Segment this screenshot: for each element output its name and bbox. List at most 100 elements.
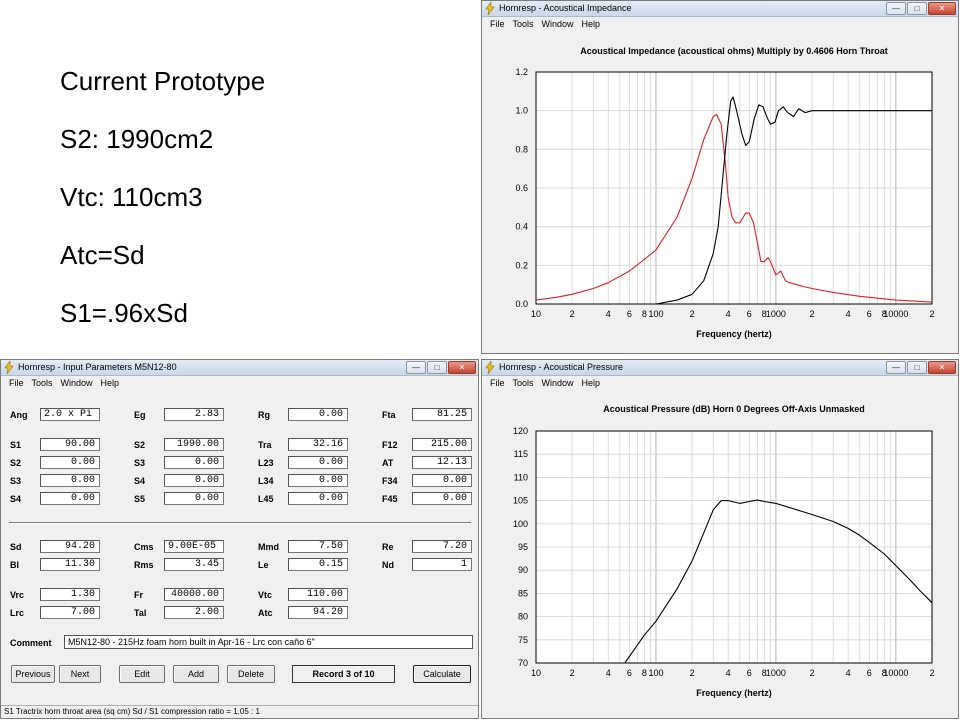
field-cms[interactable]: 9.00E-05 bbox=[164, 540, 224, 553]
section-separator bbox=[9, 522, 471, 524]
record-indicator: Record 3 of 10 bbox=[292, 665, 395, 683]
label-cms: Cms bbox=[134, 542, 154, 552]
hornresp-app-icon bbox=[4, 361, 14, 374]
field-f45[interactable]: 0.00 bbox=[412, 492, 472, 505]
field-ang[interactable]: 2.0 x Pi bbox=[40, 408, 100, 421]
x-tick-label: 2 bbox=[810, 668, 815, 678]
menu-window[interactable]: Window bbox=[538, 376, 578, 391]
menu-file[interactable]: File bbox=[5, 376, 28, 391]
field-tal[interactable]: 2.00 bbox=[164, 606, 224, 619]
input-parameters-window: Hornresp - Input Parameters M5N12-80 — □… bbox=[0, 359, 479, 719]
field-s3[interactable]: 0.00 bbox=[164, 456, 224, 469]
close-button[interactable]: ✕ bbox=[448, 361, 476, 374]
x-tick-label: 8 bbox=[642, 668, 647, 678]
field-l45[interactable]: 0.00 bbox=[288, 492, 348, 505]
label-eg: Eg bbox=[134, 410, 146, 420]
menu-bar: File Tools Window Help bbox=[482, 376, 958, 391]
field-le[interactable]: 0.15 bbox=[288, 558, 348, 571]
menu-file[interactable]: File bbox=[486, 17, 509, 32]
field-s2-row3[interactable]: 0.00 bbox=[40, 456, 100, 469]
label-f45: F45 bbox=[382, 494, 398, 504]
x-tick-label: 100 bbox=[648, 668, 663, 678]
field-s5[interactable]: 0.00 bbox=[164, 492, 224, 505]
comment-field[interactable]: M5N12-80 - 215Hz foam horn built in Apr-… bbox=[64, 635, 473, 649]
label-bl: Bl bbox=[10, 560, 19, 570]
menu-help[interactable]: Help bbox=[578, 17, 605, 32]
slide-line-title: Current Prototype bbox=[60, 66, 266, 96]
field-sd[interactable]: 94.20 bbox=[40, 540, 100, 553]
maximize-button[interactable]: □ bbox=[427, 361, 447, 374]
field-mmd[interactable]: 7.50 bbox=[288, 540, 348, 553]
field-re[interactable]: 7.20 bbox=[412, 540, 472, 553]
menu-help[interactable]: Help bbox=[97, 376, 124, 391]
field-f34[interactable]: 0.00 bbox=[412, 474, 472, 487]
impedance-titlebar[interactable]: Hornresp - Acoustical Impedance — □ ✕ bbox=[482, 1, 958, 17]
y-tick-label: 75 bbox=[518, 635, 528, 645]
menu-file[interactable]: File bbox=[486, 376, 509, 391]
menu-tools[interactable]: Tools bbox=[509, 376, 538, 391]
calculate-button[interactable]: Calculate bbox=[413, 665, 471, 683]
field-fta[interactable]: 81.25 bbox=[412, 408, 472, 421]
minimize-button[interactable]: — bbox=[406, 361, 426, 374]
x-tick-label: 4 bbox=[606, 668, 611, 678]
maximize-button[interactable]: □ bbox=[907, 361, 927, 374]
label-f34: F34 bbox=[382, 476, 398, 486]
previous-button[interactable]: Previous bbox=[11, 665, 55, 683]
label-s4: S4 bbox=[134, 476, 146, 486]
label-le: Le bbox=[258, 560, 269, 570]
x-tick-label: 6 bbox=[867, 309, 872, 319]
field-at[interactable]: 12.13 bbox=[412, 456, 472, 469]
y-tick-label: 100 bbox=[513, 519, 528, 529]
field-fr[interactable]: 40000.00 bbox=[164, 588, 224, 601]
y-tick-label: 80 bbox=[518, 612, 528, 622]
window-title: Hornresp - Acoustical Pressure bbox=[499, 362, 624, 372]
label-s2-row3: S2 bbox=[10, 458, 22, 468]
field-f12[interactable]: 215.00 bbox=[412, 438, 472, 451]
delete-button[interactable]: Delete bbox=[227, 665, 275, 683]
x-tick-label: 10 bbox=[531, 309, 541, 319]
input-titlebar[interactable]: Hornresp - Input Parameters M5N12-80 — □… bbox=[1, 360, 478, 376]
field-atc[interactable]: 94.20 bbox=[288, 606, 348, 619]
field-eg[interactable]: 2.83 bbox=[164, 408, 224, 421]
field-tra[interactable]: 32.16 bbox=[288, 438, 348, 451]
close-button[interactable]: ✕ bbox=[928, 361, 956, 374]
slide-line-s2: S2: 1990cm2 bbox=[60, 124, 214, 154]
field-l34[interactable]: 0.00 bbox=[288, 474, 348, 487]
chart-title: Acoustical Impedance (acoustical ohms) M… bbox=[580, 46, 888, 56]
field-s2[interactable]: 1990.00 bbox=[164, 438, 224, 451]
field-s1[interactable]: 90.00 bbox=[40, 438, 100, 451]
field-rms[interactable]: 3.45 bbox=[164, 558, 224, 571]
field-s4[interactable]: 0.00 bbox=[164, 474, 224, 487]
pressure-titlebar[interactable]: Hornresp - Acoustical Pressure — □ ✕ bbox=[482, 360, 958, 376]
menu-tools[interactable]: Tools bbox=[509, 17, 538, 32]
label-nd: Nd bbox=[382, 560, 394, 570]
label-re: Re bbox=[382, 542, 394, 552]
menu-tools[interactable]: Tools bbox=[28, 376, 57, 391]
label-f12: F12 bbox=[382, 440, 398, 450]
label-fta: Fta bbox=[382, 410, 396, 420]
impedance-chart: Acoustical Impedance (acoustical ohms) M… bbox=[515, 46, 934, 339]
label-l45: L45 bbox=[258, 494, 274, 504]
menu-window[interactable]: Window bbox=[57, 376, 97, 391]
field-nd[interactable]: 1 bbox=[412, 558, 472, 571]
edit-button[interactable]: Edit bbox=[119, 665, 165, 683]
field-s4-row5[interactable]: 0.00 bbox=[40, 492, 100, 505]
minimize-button[interactable]: — bbox=[886, 2, 906, 15]
x-tick-label: 6 bbox=[867, 668, 872, 678]
close-button[interactable]: ✕ bbox=[928, 2, 956, 15]
field-bl[interactable]: 11.30 bbox=[40, 558, 100, 571]
pressure-chart: Acoustical Pressure (dB) Horn 0 Degrees … bbox=[513, 404, 935, 698]
field-vrc[interactable]: 1.30 bbox=[40, 588, 100, 601]
minimize-button[interactable]: — bbox=[886, 361, 906, 374]
y-tick-label: 110 bbox=[514, 472, 528, 482]
field-lrc[interactable]: 7.00 bbox=[40, 606, 100, 619]
next-button[interactable]: Next bbox=[59, 665, 101, 683]
maximize-button[interactable]: □ bbox=[907, 2, 927, 15]
menu-help[interactable]: Help bbox=[578, 376, 605, 391]
field-rg[interactable]: 0.00 bbox=[288, 408, 348, 421]
menu-window[interactable]: Window bbox=[538, 17, 578, 32]
field-s3-row4[interactable]: 0.00 bbox=[40, 474, 100, 487]
field-vtc[interactable]: 110.00 bbox=[288, 588, 348, 601]
field-l23[interactable]: 0.00 bbox=[288, 456, 348, 469]
add-button[interactable]: Add bbox=[173, 665, 219, 683]
